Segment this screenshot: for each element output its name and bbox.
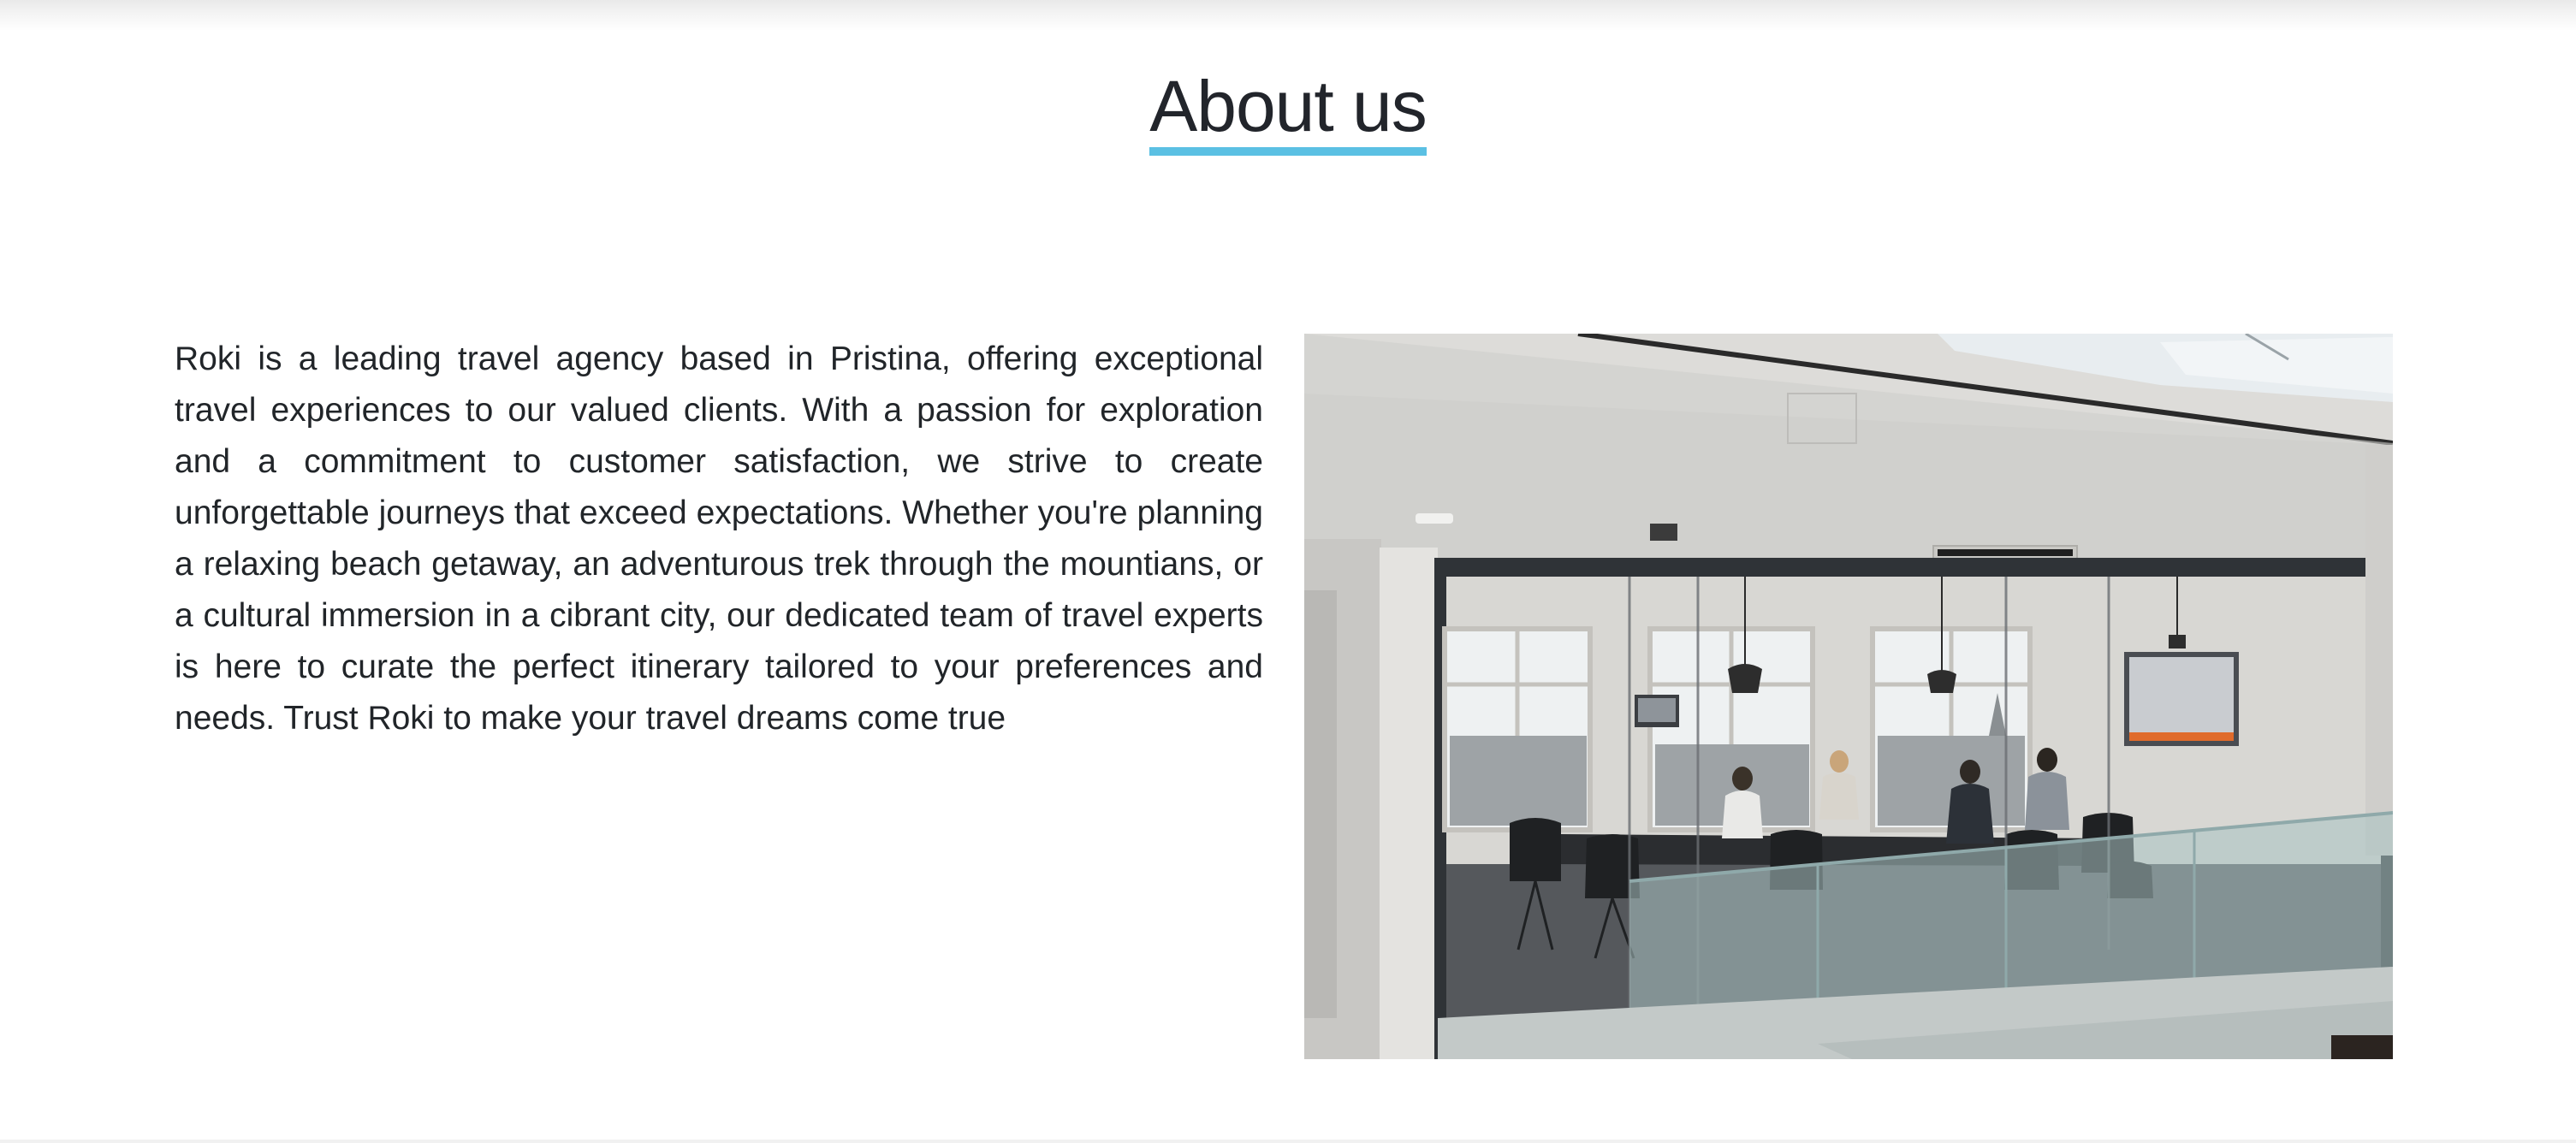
about-description: Roki is a leading travel agency based in… <box>175 341 1263 737</box>
footer-divider <box>0 1140 2576 1143</box>
navbar-shadow <box>0 0 2576 31</box>
section-title: About us <box>1149 67 1427 156</box>
photo-illustration <box>1304 334 2393 1059</box>
section-header: About us <box>0 67 2576 156</box>
office-meeting-room-photo <box>1304 334 2393 1059</box>
